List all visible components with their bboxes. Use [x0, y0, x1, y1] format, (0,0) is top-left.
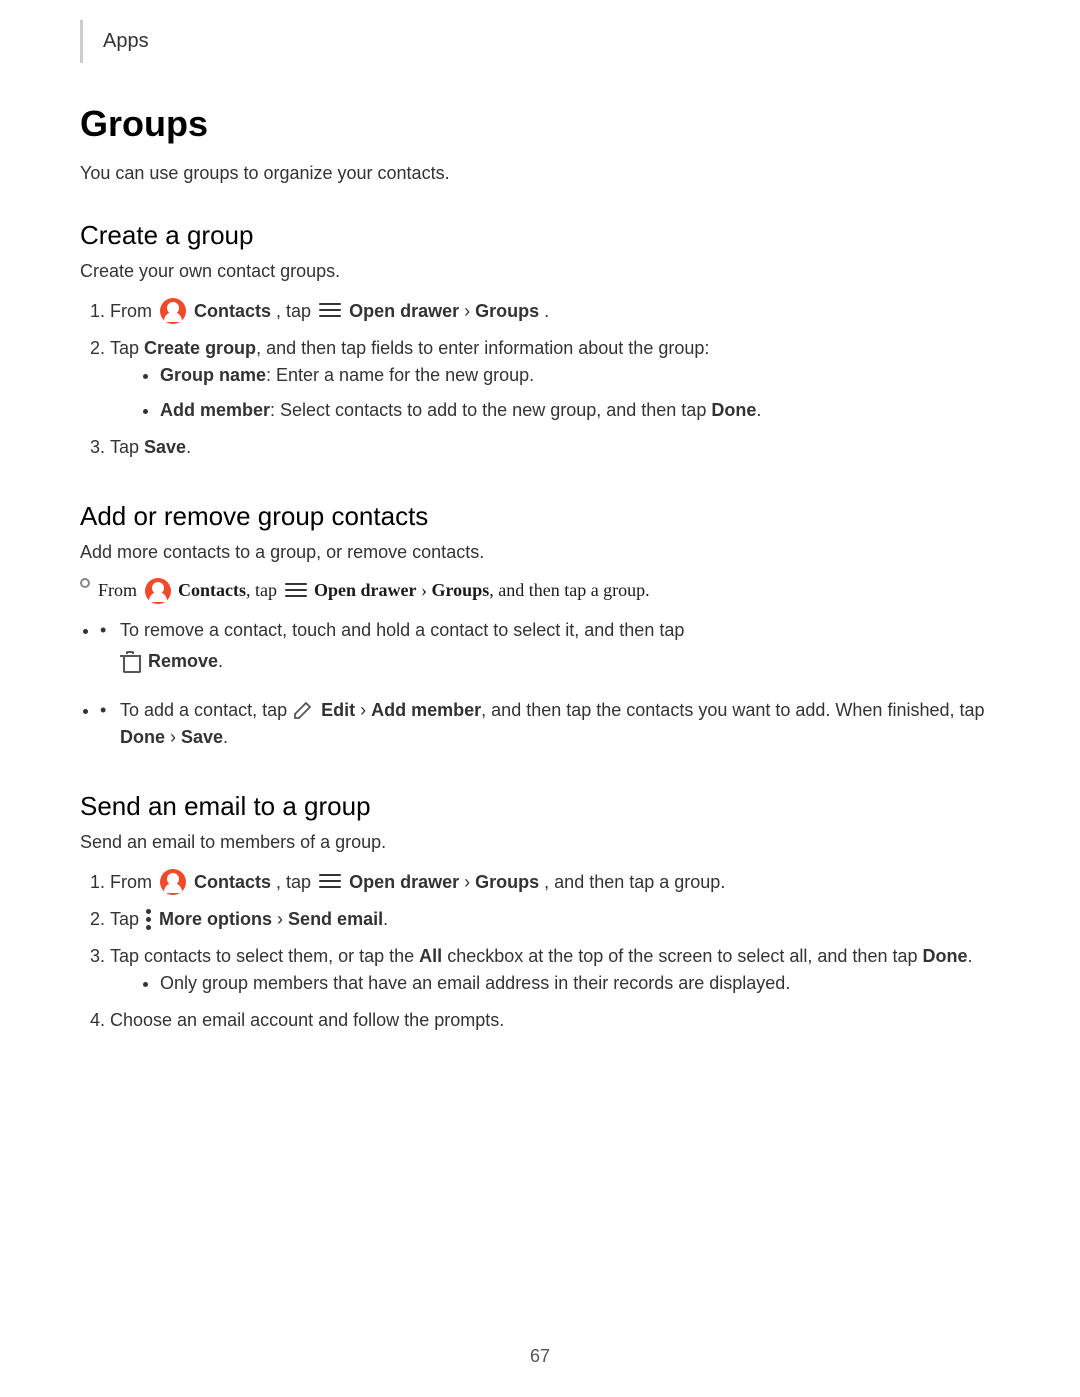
- send-email-steps-list: From Contacts , tap Open drawer › Groups…: [110, 869, 1000, 1034]
- send-step-1: From Contacts , tap Open drawer › Groups…: [110, 869, 1000, 896]
- send-step-4: Choose an email account and follow the p…: [110, 1007, 1000, 1034]
- bullet-add-member: Add member: Select contacts to add to th…: [160, 397, 1000, 424]
- drawer-icon: [319, 303, 341, 319]
- more-options-icon: [146, 909, 152, 929]
- create-step-1: From Contacts , tap Open drawer › Groups…: [110, 298, 1000, 325]
- page-footer: 67: [0, 1346, 1080, 1367]
- send-step-2: Tap More options › Send email.: [110, 906, 1000, 933]
- contacts-icon: [160, 298, 186, 324]
- section-add-remove: Add or remove group contacts Add more co…: [80, 501, 1000, 751]
- trash-icon: [120, 651, 140, 673]
- section-desc-add-remove: Add more contacts to a group, or remove …: [80, 542, 1000, 563]
- section-desc-send-email: Send an email to members of a group.: [80, 832, 1000, 853]
- circle-step: From Contacts, tap Open drawer › Groups,…: [80, 579, 1000, 605]
- send-step-3: Tap contacts to select them, or tap the …: [110, 943, 1000, 997]
- section-title-create: Create a group: [80, 220, 1000, 251]
- section-title-add-remove: Add or remove group contacts: [80, 501, 1000, 532]
- contacts-icon-3: [160, 869, 186, 895]
- section-create-a-group: Create a group Create your own contact g…: [80, 220, 1000, 461]
- breadcrumb: Apps: [80, 20, 1000, 63]
- bullet-remove-contact: To remove a contact, touch and hold a co…: [100, 617, 1000, 681]
- section-send-email: Send an email to a group Send an email t…: [80, 791, 1000, 1034]
- create-step-3: Tap Save.: [110, 434, 1000, 461]
- create-step-2: Tap Create group, and then tap fields to…: [110, 335, 1000, 424]
- drawer-icon-3: [319, 874, 341, 890]
- page-title: Groups: [80, 103, 1000, 145]
- breadcrumb-label: Apps: [103, 30, 149, 52]
- bullet-email-records: Only group members that have an email ad…: [160, 970, 1000, 997]
- create-steps-list: From Contacts , tap Open drawer › Groups…: [110, 298, 1000, 461]
- contacts-icon-2: [145, 578, 171, 604]
- add-remove-bullets: To remove a contact, touch and hold a co…: [100, 617, 1000, 751]
- send-step-3-bullets: Only group members that have an email ad…: [160, 970, 1000, 997]
- bullet-group-name: Group name: Enter a name for the new gro…: [160, 362, 1000, 389]
- edit-icon: [294, 700, 314, 720]
- drawer-icon-2: [285, 583, 307, 599]
- create-step-2-bullets: Group name: Enter a name for the new gro…: [160, 362, 1000, 424]
- bullet-add-contact: To add a contact, tap Edit › Add member,…: [100, 697, 1000, 751]
- page-number: 67: [530, 1346, 550, 1366]
- intro-text: You can use groups to organize your cont…: [80, 163, 1000, 184]
- circle-bullet-icon: [80, 578, 90, 588]
- section-desc-create: Create your own contact groups.: [80, 261, 1000, 282]
- section-title-send-email: Send an email to a group: [80, 791, 1000, 822]
